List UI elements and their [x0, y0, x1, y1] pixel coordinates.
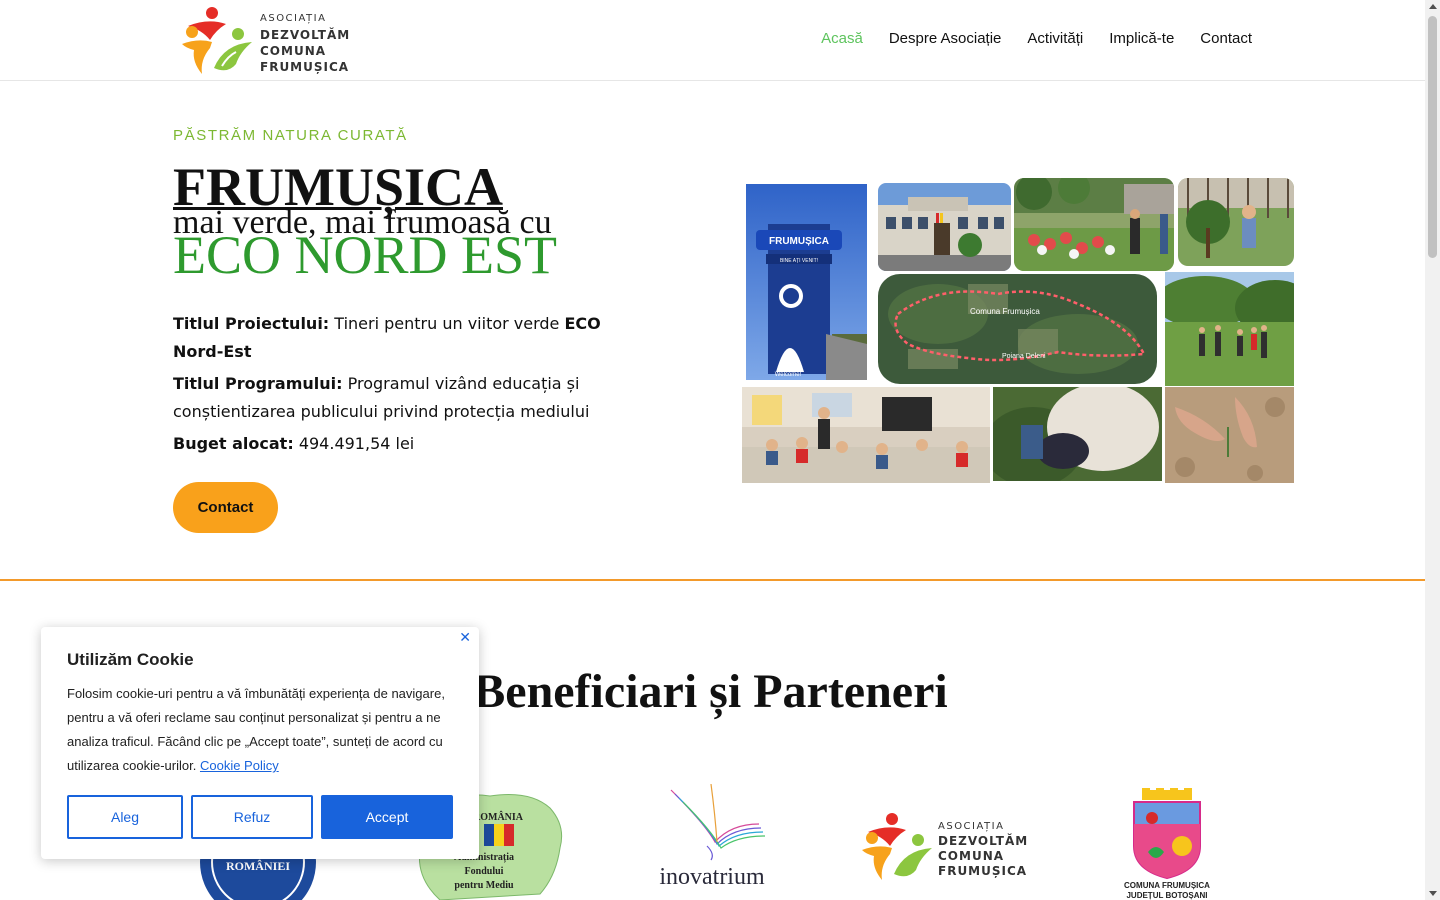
logo-line2: DEZVOLTĂM	[260, 28, 351, 42]
photo-welcome-sign: FRUMUȘICA BINE AȚI VENIT! Welcome!	[746, 184, 867, 380]
cookie-accept-button[interactable]: Accept	[321, 795, 453, 839]
site-header: ASOCIAȚIA DEZVOLTĂM COMUNA FRUMUȘICA Aca…	[0, 0, 1425, 81]
nav-item-acasa[interactable]: Acasă	[821, 30, 863, 47]
photo-hand-planting	[1165, 387, 1294, 483]
sign-footer: Welcome!	[775, 372, 802, 378]
nav-item-activitati[interactable]: Activități	[1027, 30, 1083, 47]
asoc-line2: DEZVOLTĂM	[938, 833, 1028, 848]
afm-line1: ROMÂNIA	[473, 811, 524, 823]
page-scrollbar[interactable]	[1425, 0, 1440, 900]
photo-town-hall	[878, 183, 1011, 271]
cookie-customize-button[interactable]: Aleg	[67, 795, 183, 839]
asoc-line4: FRUMUȘICA	[938, 864, 1027, 878]
project-value: Tineri pentru un viitor verde	[334, 314, 560, 333]
photo-boy-planting	[1178, 178, 1294, 266]
site-logo[interactable]: ASOCIAȚIA DEZVOLTĂM COMUNA FRUMUȘICA	[178, 4, 358, 78]
cookie-reject-button[interactable]: Refuz	[191, 795, 313, 839]
partner-logo-inovatrium[interactable]: inovatrium	[645, 783, 779, 894]
program-label: Titlul Programului:	[173, 374, 343, 393]
cookie-consent-dialog: ✕ Utilizăm Cookie Folosim cookie-uri pen…	[41, 627, 479, 859]
nav-item-implica[interactable]: Implică-te	[1109, 30, 1174, 47]
program-title-row: Titlul Programului: Programul vizând edu…	[173, 370, 603, 426]
hero-highlight: ECO NORD EST	[173, 225, 558, 285]
scroll-down-arrow-icon[interactable]	[1429, 891, 1437, 896]
cookie-close-icon[interactable]: ✕	[459, 630, 471, 646]
photo-classroom	[742, 387, 990, 483]
budget-value: 494.491,54 lei	[298, 434, 415, 453]
hero-eyebrow: PĂSTRĂM NATURA CURATĂ	[173, 127, 408, 144]
map-label-frumusica: Comuna Frumușica	[970, 307, 1040, 316]
cookie-policy-link[interactable]: Cookie Policy	[200, 758, 279, 773]
logo-line1: ASOCIAȚIA	[260, 13, 327, 24]
scroll-up-arrow-icon[interactable]	[1429, 4, 1437, 9]
project-label: Titlul Proiectului:	[173, 314, 330, 333]
logo-figures-icon	[182, 7, 252, 74]
project-title-row: Titlul Proiectului: Tineri pentru un vii…	[173, 310, 603, 366]
nav-item-contact[interactable]: Contact	[1200, 30, 1252, 47]
photo-soil-bag	[993, 387, 1162, 481]
afm-line3: Fondului	[465, 866, 504, 877]
partner-logo-asociatia[interactable]: ASOCIAȚIA DEZVOLTĂM COMUNA FRUMUȘICA	[858, 810, 1028, 886]
project-details: Titlul Proiectului: Tineri pentru un vii…	[173, 310, 603, 462]
section-divider	[0, 579, 1425, 581]
asoc-line1: ASOCIAȚIA	[938, 821, 1004, 832]
budget-row: Buget alocat: 494.491,54 lei	[173, 430, 603, 458]
ro-gov-label: ROMÂNIEI	[226, 859, 290, 873]
scrollbar-thumb[interactable]	[1428, 16, 1437, 258]
cookie-text: Folosim cookie-uri pentru a vă îmbunătăț…	[67, 682, 459, 778]
sign-sub: BINE AȚI VENIT!	[780, 258, 818, 264]
main-nav: Acasă Despre Asociație Activități Implic…	[821, 30, 1252, 47]
photo-kids-on-grass	[1014, 178, 1174, 271]
partners-title-text: Beneficiari și Parteneri	[473, 665, 948, 718]
logo-line3: COMUNA	[260, 44, 327, 58]
photo-group-planting	[1165, 272, 1294, 386]
comuna-line1: COMUNA FRUMUȘICA	[1124, 881, 1210, 890]
map-label-poiana: Poiana Deleni	[1002, 353, 1046, 360]
partner-logo-comuna-frumusica[interactable]: COMUNA FRUMUȘICA JUDEȚUL BOTOȘANI	[1112, 788, 1222, 900]
asoc-line3: COMUNA	[938, 849, 1004, 863]
photo-collage: FRUMUȘICA BINE AȚI VENIT! Welcome! Comun…	[742, 176, 1294, 483]
budget-label: Buget alocat:	[173, 434, 294, 453]
cookie-title: Utilizăm Cookie	[67, 650, 194, 669]
nav-item-despre[interactable]: Despre Asociație	[889, 30, 1002, 47]
logo-line4: FRUMUȘICA	[260, 60, 350, 74]
afm-line4: pentru Mediu	[454, 880, 514, 891]
comuna-line2: JUDEȚUL BOTOȘANI	[1126, 891, 1207, 900]
hero-contact-button[interactable]: Contact	[173, 482, 278, 533]
inovatrium-wordmark: inovatrium	[659, 864, 765, 890]
logo-text: ASOCIAȚIA DEZVOLTĂM COMUNA FRUMUȘICA	[260, 11, 350, 75]
sign-text: FRUMUȘICA	[769, 236, 829, 247]
photo-satellite-map: Comuna Frumușica Poiana Deleni	[878, 274, 1157, 384]
